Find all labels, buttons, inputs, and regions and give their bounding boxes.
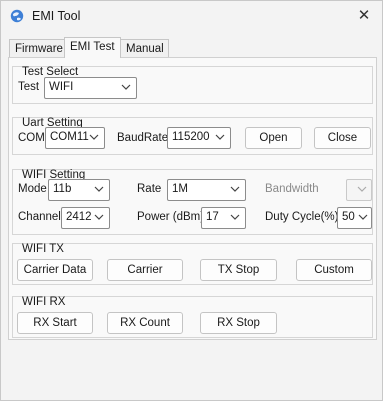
duty-cycle-label: Duty Cycle(%) bbox=[265, 211, 339, 223]
duty-cycle-value: 50 bbox=[342, 211, 355, 223]
rate-combo[interactable]: 1M bbox=[167, 179, 246, 201]
test-label: Test bbox=[18, 81, 40, 93]
mode-value: 11b bbox=[53, 183, 72, 195]
wifi-rx-group: WIFI RX RX Start RX Count RX Stop bbox=[12, 296, 373, 338]
chevron-down-icon bbox=[230, 214, 240, 220]
rate-value: 1M bbox=[172, 183, 188, 195]
emi-tool-window: EMI Tool ✕ Firmware EMI Test Manual Test… bbox=[0, 0, 383, 401]
mode-combo[interactable]: 11b bbox=[48, 179, 110, 201]
close-button[interactable]: Close bbox=[314, 127, 371, 149]
mode-label: Mode bbox=[18, 183, 47, 195]
window-title: EMI Tool bbox=[32, 9, 81, 23]
channel-combo[interactable]: 2412 bbox=[61, 207, 110, 229]
com-port-value: COM11 bbox=[50, 131, 89, 143]
carrier-data-button[interactable]: Carrier Data bbox=[17, 259, 93, 281]
title-bar[interactable]: EMI Tool ✕ bbox=[1, 1, 382, 31]
app-globe-icon bbox=[10, 9, 24, 23]
channel-label: Channel bbox=[18, 211, 61, 223]
uart-setting-group: Uart Setting COM COM11 BaudRate 115200 O… bbox=[12, 117, 373, 155]
chevron-down-icon bbox=[94, 214, 104, 220]
emi-test-panel: Test Select Test WIFI Uart Setting COM C… bbox=[8, 57, 377, 340]
chevron-down-icon bbox=[358, 214, 368, 220]
rx-stop-button[interactable]: RX Stop bbox=[200, 312, 277, 334]
channel-value: 2412 bbox=[66, 211, 92, 223]
tab-emi-test[interactable]: EMI Test bbox=[64, 37, 121, 58]
test-select-group: Test Select Test WIFI bbox=[12, 66, 373, 104]
bandwidth-label: Bandwidth bbox=[265, 183, 319, 195]
power-combo[interactable]: 17 bbox=[201, 207, 246, 229]
tab-firmware[interactable]: Firmware bbox=[9, 39, 65, 57]
test-select-combo[interactable]: WIFI bbox=[44, 77, 137, 99]
duty-cycle-combo[interactable]: 50 bbox=[337, 207, 372, 229]
close-window-button[interactable]: ✕ bbox=[352, 5, 376, 27]
com-port-combo[interactable]: COM11 bbox=[45, 127, 105, 149]
chevron-down-icon bbox=[230, 186, 240, 192]
baudrate-combo[interactable]: 115200 bbox=[167, 127, 231, 149]
rate-label: Rate bbox=[137, 183, 162, 195]
chevron-down-icon bbox=[357, 186, 367, 192]
power-value: 17 bbox=[206, 211, 219, 223]
wifi-rx-title: WIFI RX bbox=[22, 296, 66, 308]
wifi-tx-group: WIFI TX Carrier Data Carrier TX Stop Cus… bbox=[12, 243, 373, 285]
power-label: Power (dBm) bbox=[137, 211, 205, 223]
baudrate-label: BaudRate bbox=[117, 132, 169, 144]
baudrate-value: 115200 bbox=[172, 131, 210, 143]
tx-stop-button[interactable]: TX Stop bbox=[200, 259, 277, 281]
wifi-setting-group: WIFI Setting Mode 11b Rate 1M Bandwidth … bbox=[12, 169, 373, 235]
carrier-button[interactable]: Carrier bbox=[107, 259, 183, 281]
chevron-down-icon bbox=[89, 134, 99, 140]
rx-start-button[interactable]: RX Start bbox=[17, 312, 93, 334]
chevron-down-icon bbox=[94, 186, 104, 192]
wifi-tx-title: WIFI TX bbox=[22, 243, 64, 255]
custom-button[interactable]: Custom bbox=[296, 259, 372, 281]
chevron-down-icon bbox=[215, 134, 225, 140]
chevron-down-icon bbox=[121, 84, 131, 90]
rx-count-button[interactable]: RX Count bbox=[107, 312, 183, 334]
tab-manual[interactable]: Manual bbox=[120, 39, 169, 57]
open-button[interactable]: Open bbox=[245, 127, 302, 149]
com-label: COM bbox=[18, 132, 45, 144]
bandwidth-combo[interactable] bbox=[346, 179, 372, 201]
test-select-value: WIFI bbox=[49, 81, 74, 93]
